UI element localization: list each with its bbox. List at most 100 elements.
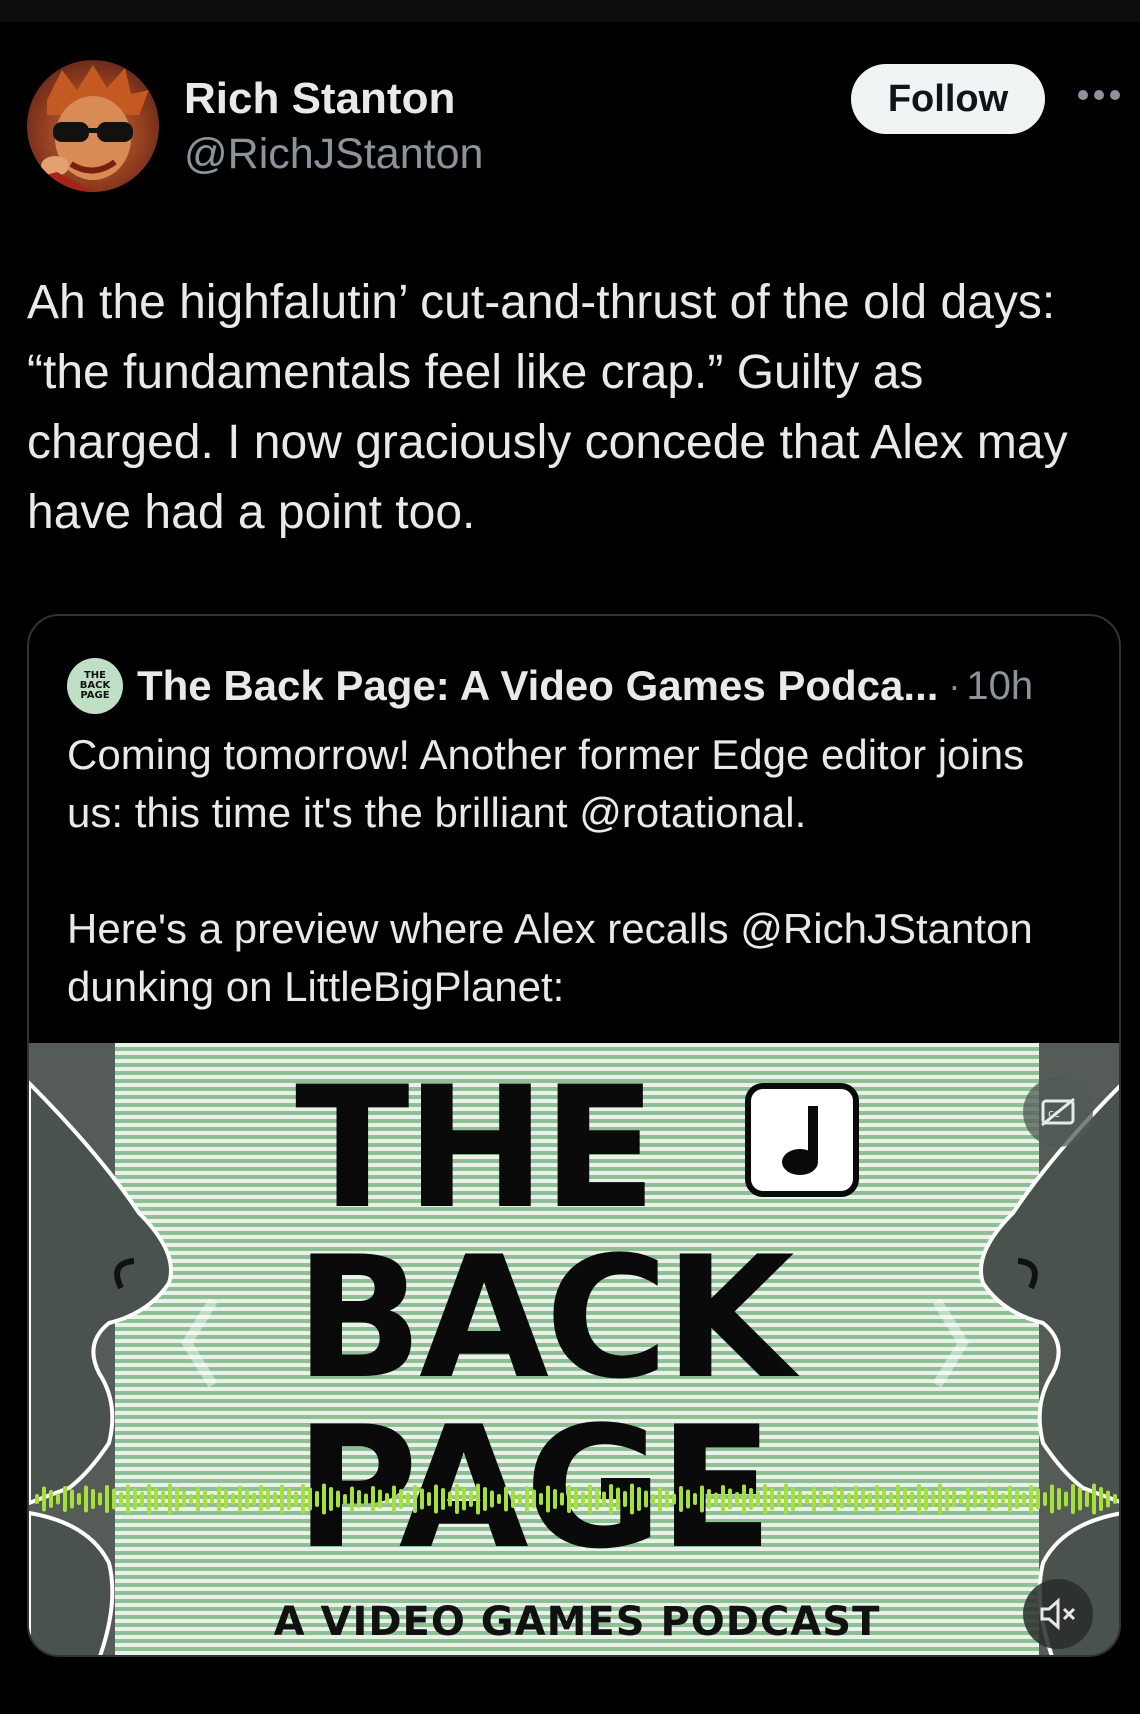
waveform-bar bbox=[119, 1492, 123, 1506]
waveform-bar bbox=[63, 1486, 67, 1512]
waveform-bar bbox=[805, 1494, 809, 1504]
waveform-bar bbox=[1078, 1487, 1082, 1511]
waveform-bar bbox=[1071, 1484, 1075, 1514]
waveform-bar bbox=[469, 1491, 473, 1507]
author-avatar[interactable] bbox=[27, 60, 159, 192]
mute-toggle-button[interactable] bbox=[1023, 1579, 1093, 1649]
quoted-author-avatar[interactable]: THE BACK PAGE bbox=[67, 658, 123, 714]
waveform-bar bbox=[350, 1486, 354, 1512]
waveform-bar bbox=[336, 1490, 340, 1508]
author-handle[interactable]: @RichJStanton bbox=[184, 130, 483, 179]
waveform-bar bbox=[532, 1489, 536, 1509]
waveform-bar bbox=[182, 1490, 186, 1508]
quoted-author-name[interactable]: The Back Page: A Video Games Podca... bbox=[137, 662, 938, 710]
waveform-bar bbox=[301, 1484, 305, 1514]
waveform-bar bbox=[784, 1483, 788, 1515]
waveform-bar bbox=[581, 1492, 585, 1506]
waveform-bar bbox=[525, 1486, 529, 1512]
waveform-bar bbox=[1043, 1492, 1047, 1506]
waveform-bar bbox=[168, 1483, 172, 1515]
waveform-bar bbox=[959, 1494, 963, 1504]
waveform-bar bbox=[896, 1484, 900, 1514]
waveform-bar bbox=[693, 1493, 697, 1505]
captions-button[interactable]: cc bbox=[1023, 1077, 1093, 1147]
waveform-bar bbox=[987, 1486, 991, 1512]
waveform-bar bbox=[889, 1492, 893, 1506]
waveform-bar bbox=[595, 1488, 599, 1510]
follow-button[interactable]: Follow bbox=[851, 64, 1045, 134]
waveform-bar bbox=[56, 1493, 60, 1505]
waveform-bar bbox=[1015, 1489, 1019, 1509]
waveform-bar bbox=[868, 1492, 872, 1506]
waveform-bar bbox=[840, 1489, 844, 1509]
waveform-bar bbox=[42, 1486, 46, 1512]
waveform-bar bbox=[917, 1484, 921, 1514]
waveform-bar bbox=[1029, 1485, 1033, 1513]
waveform-bar bbox=[882, 1488, 886, 1510]
waveform-bar bbox=[434, 1484, 438, 1514]
waveform-bar bbox=[700, 1485, 704, 1513]
waveform-bar bbox=[364, 1493, 368, 1505]
waveform-bar bbox=[77, 1493, 81, 1505]
waveform-bar bbox=[287, 1488, 291, 1510]
music-note-badge bbox=[745, 1083, 859, 1197]
waveform-bar bbox=[854, 1485, 858, 1513]
waveform-bar bbox=[1008, 1485, 1012, 1513]
waveform-bar bbox=[420, 1488, 424, 1510]
poster-title-line: BACK bbox=[295, 1220, 795, 1416]
avatar-photo-icon bbox=[27, 65, 149, 192]
waveform-bar bbox=[280, 1484, 284, 1514]
quoted-tweet-text: Coming tomorrow! Another former Edge edi… bbox=[67, 731, 1033, 1010]
waveform-bar bbox=[903, 1488, 907, 1510]
waveform-bar bbox=[819, 1490, 823, 1508]
waveform-bar bbox=[322, 1483, 326, 1515]
waveform-bar bbox=[609, 1484, 613, 1514]
waveform-bar bbox=[49, 1490, 53, 1508]
quoted-tweet-card[interactable]: THE BACK PAGE The Back Page: A Video Gam… bbox=[27, 614, 1121, 1657]
waveform-bar bbox=[98, 1492, 102, 1506]
waveform-bar bbox=[623, 1491, 627, 1507]
waveform-bar bbox=[518, 1493, 522, 1505]
waveform-bar bbox=[315, 1491, 319, 1507]
waveform-bar bbox=[651, 1494, 655, 1504]
waveform-bar bbox=[483, 1487, 487, 1511]
author-display-name[interactable]: Rich Stanton bbox=[184, 74, 455, 124]
waveform-bar bbox=[231, 1493, 235, 1505]
waveform-bar bbox=[833, 1486, 837, 1512]
speaker-muted-icon bbox=[1040, 1597, 1076, 1631]
waveform-bar bbox=[973, 1490, 977, 1508]
quoted-tweet-header: THE BACK PAGE The Back Page: A Video Gam… bbox=[67, 656, 1097, 716]
waveform-bar bbox=[742, 1484, 746, 1514]
waveform-bar bbox=[455, 1484, 459, 1514]
waveform-bar bbox=[1001, 1493, 1005, 1505]
waveform-bar bbox=[553, 1489, 557, 1509]
waveform-bar bbox=[112, 1488, 116, 1510]
more-options-button[interactable] bbox=[1074, 70, 1124, 120]
waveform-bar bbox=[966, 1486, 970, 1512]
waveform-bar bbox=[875, 1485, 879, 1513]
waveform-bar bbox=[945, 1487, 949, 1511]
waveform-bar bbox=[385, 1493, 389, 1505]
waveform-bar bbox=[861, 1489, 865, 1509]
waveform-bar bbox=[217, 1486, 221, 1512]
waveform-bar bbox=[749, 1488, 753, 1510]
waveform-bar bbox=[266, 1488, 270, 1510]
status-bar bbox=[0, 0, 1140, 22]
waveform-bar bbox=[910, 1491, 914, 1507]
waveform-bar bbox=[84, 1485, 88, 1513]
waveform-bar bbox=[140, 1491, 144, 1507]
chevron-right-icon bbox=[932, 1298, 969, 1388]
waveform-bar bbox=[448, 1491, 452, 1507]
waveform-bar bbox=[616, 1487, 620, 1511]
waveform-bar bbox=[329, 1487, 333, 1511]
video-player[interactable]: THE BACK PAGE A VIDEO GAMES PODCAST cc bbox=[29, 1043, 1119, 1655]
waveform-bar bbox=[70, 1489, 74, 1509]
waveform-bar bbox=[560, 1492, 564, 1506]
waveform-bar bbox=[378, 1489, 382, 1509]
waveform-bar bbox=[126, 1484, 130, 1514]
waveform-bar bbox=[847, 1493, 851, 1505]
quoted-tweet-time[interactable]: 10h bbox=[966, 664, 1033, 709]
waveform-bar bbox=[497, 1494, 501, 1504]
waveform-bar bbox=[665, 1490, 669, 1508]
waveform-bar bbox=[273, 1492, 277, 1506]
